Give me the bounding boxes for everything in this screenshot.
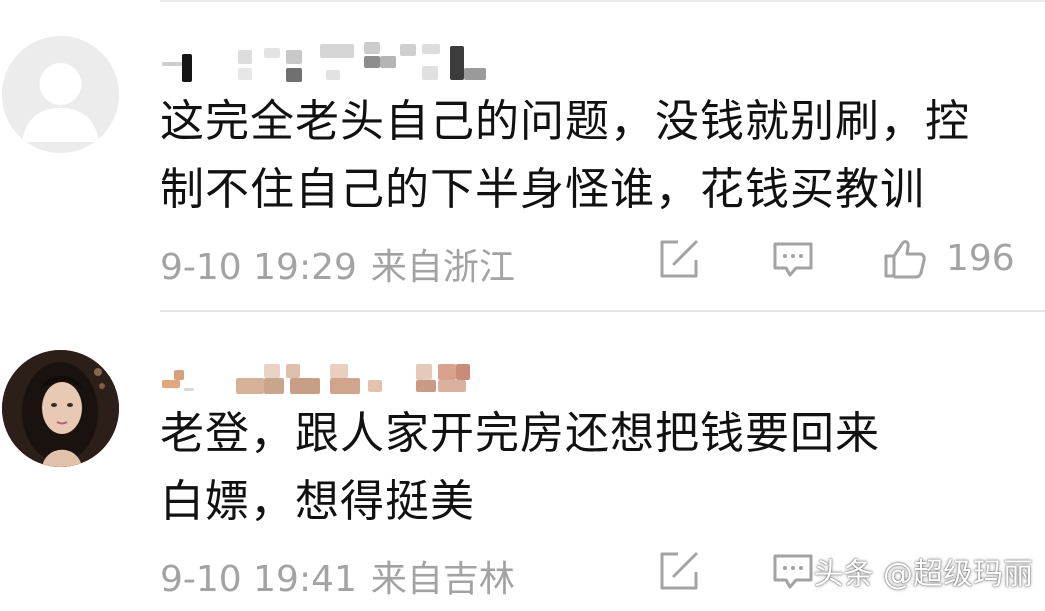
redaction-block — [438, 364, 456, 380]
redaction-block — [264, 378, 284, 394]
redaction-block — [290, 378, 320, 394]
redaction-block — [286, 364, 300, 378]
default-avatar-icon — [2, 36, 119, 153]
redaction-block — [330, 378, 360, 394]
redaction-block — [400, 44, 416, 56]
redaction-block — [330, 364, 348, 378]
comment-text-line: 白嫖，想得挺美 — [160, 476, 475, 527]
redaction-block — [286, 68, 302, 82]
reply-button[interactable] — [770, 236, 816, 282]
redaction-block — [286, 50, 302, 64]
redaction-block — [368, 380, 382, 392]
redaction-block — [264, 48, 280, 58]
share-edit-icon — [660, 552, 698, 590]
redaction-block — [326, 70, 340, 80]
comment-text-line: 制不住自己的下半身怪谁，花钱买教训 — [160, 164, 925, 215]
comment-time: 9-10 19:29 — [160, 247, 357, 288]
comment-location: 来自吉林 — [370, 559, 515, 600]
comment-bubble-icon — [773, 242, 813, 277]
watermark: 头条 @超级玛丽 — [813, 557, 1033, 592]
redaction-block — [416, 364, 432, 380]
redaction-block — [422, 44, 440, 54]
username-redacted[interactable] — [160, 352, 490, 402]
redaction-block — [184, 388, 194, 391]
user-photo-avatar-icon — [2, 350, 119, 467]
redaction-block — [416, 380, 436, 392]
redaction-block — [236, 378, 264, 394]
redaction-block — [174, 370, 184, 380]
like-count: 196 — [946, 238, 1015, 279]
comment-meta: 9-10 19:29 来自浙江 — [160, 238, 515, 290]
redaction-block — [162, 62, 184, 66]
reply-button[interactable] — [770, 548, 816, 594]
comment-bubble-icon — [773, 554, 813, 589]
redaction-block — [238, 68, 252, 80]
comment-item: 这完全老头自己的问题，没钱就别刷，控 制不住自己的下半身怪谁，花钱买教训 9-10… — [0, 0, 1045, 312]
redaction-block — [456, 364, 470, 380]
redaction-block — [238, 50, 252, 64]
comment-text: 这完全老头自己的问题，没钱就别刷，控 制不住自己的下半身怪谁，花钱买教训 — [160, 88, 1020, 224]
redaction-block — [464, 68, 486, 80]
redaction-block — [364, 42, 380, 54]
like-button[interactable] — [882, 236, 928, 282]
redaction-block — [320, 44, 354, 58]
share-edit-icon — [660, 240, 698, 278]
comment-location: 来自浙江 — [370, 247, 515, 288]
comment-time: 9-10 19:41 — [160, 559, 357, 600]
avatar[interactable] — [2, 350, 119, 467]
share-button[interactable] — [656, 548, 702, 594]
redaction-block — [380, 56, 396, 68]
redaction-block — [422, 66, 438, 80]
comment-text: 老登，跟人家开完房还想把钱要回来 白嫖，想得挺美 — [160, 400, 1020, 536]
redaction-block — [162, 380, 180, 388]
username-redacted[interactable] — [160, 40, 490, 90]
redaction-block — [182, 54, 192, 82]
avatar[interactable] — [2, 36, 119, 153]
redaction-block — [438, 380, 466, 392]
redaction-block — [450, 46, 464, 80]
comment-feed: 这完全老头自己的问题，没钱就别刷，控 制不住自己的下半身怪谁，花钱买教训 9-10… — [0, 0, 1045, 611]
redaction-block — [364, 56, 380, 68]
redaction-block — [264, 364, 280, 378]
share-button[interactable] — [656, 236, 702, 282]
comment-text-line: 这完全老头自己的问题，没钱就别刷，控 — [160, 96, 970, 147]
thumbs-up-icon — [884, 240, 926, 279]
comment-meta: 9-10 19:41 来自吉林 — [160, 550, 515, 602]
comment-text-line: 老登，跟人家开完房还想把钱要回来 — [160, 408, 880, 459]
